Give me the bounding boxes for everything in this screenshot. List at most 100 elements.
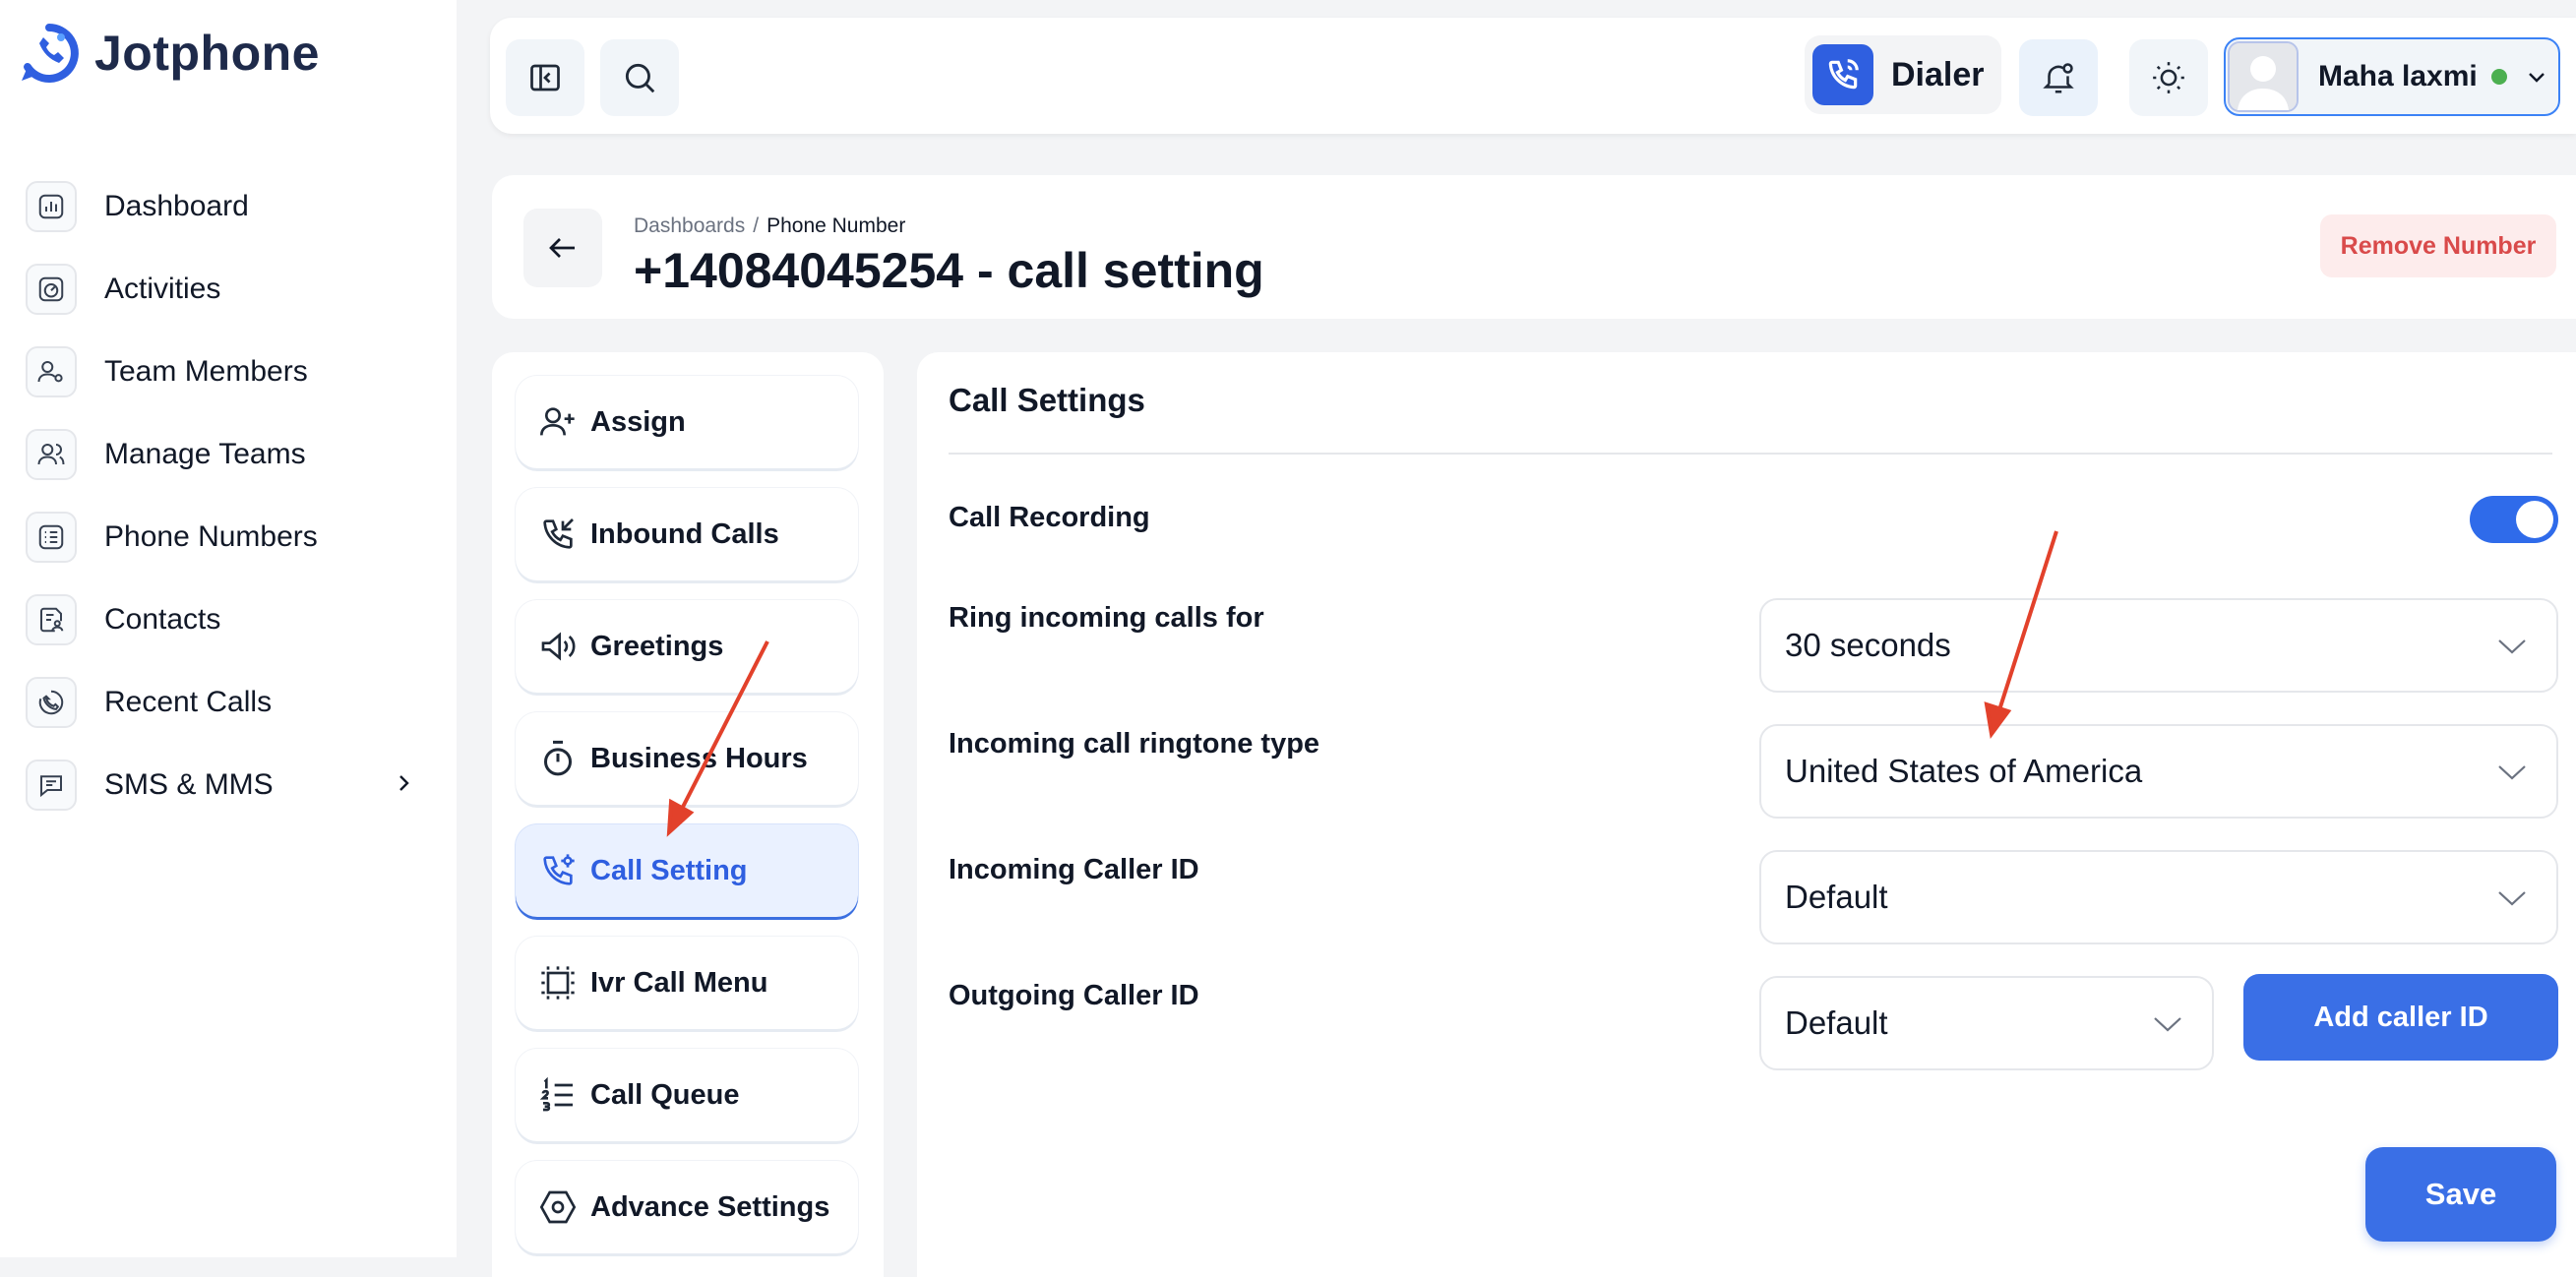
menu-item-ivr-call-menu[interactable]: Ivr Call Menu	[516, 937, 858, 1029]
user-gear-icon	[26, 346, 77, 397]
menu-item-assign[interactable]: Assign	[516, 376, 858, 468]
arrow-left-icon	[549, 238, 575, 258]
sidebar-item-label: Phone Numbers	[104, 520, 318, 553]
bell-icon	[2043, 63, 2074, 93]
top-bar: Dialer Maha laxmi	[490, 18, 2576, 134]
select-value: Default	[1785, 879, 1888, 915]
contact-card-icon	[26, 594, 77, 645]
notifications-button[interactable]	[2019, 39, 2098, 116]
menu-item-inbound-calls[interactable]: Inbound Calls	[516, 488, 858, 580]
menu-item-greetings[interactable]: Greetings	[516, 600, 858, 693]
sidebar-item-label: Recent Calls	[104, 686, 273, 718]
sidebar-item-dashboard[interactable]: Dashboard	[26, 165, 429, 248]
megaphone-icon	[537, 626, 579, 667]
settings-menu: Assign Inbound Calls Greetings Business …	[492, 352, 884, 1277]
chat-icon	[26, 760, 77, 811]
ivr-frame-icon	[537, 962, 579, 1003]
sidebar-item-phone-numbers[interactable]: Phone Numbers	[26, 496, 429, 578]
sidebar-item-sms-mms[interactable]: SMS & MMS	[26, 744, 429, 826]
outgoing-caller-id-select[interactable]: Default	[1759, 976, 2214, 1070]
ring-duration-label: Ring incoming calls for	[949, 602, 1264, 634]
phone-dialer-icon	[1812, 44, 1873, 105]
activity-icon	[26, 264, 77, 315]
chart-icon	[26, 181, 77, 232]
sidebar-item-label: Team Members	[104, 355, 308, 388]
ringtone-type-label: Incoming call ringtone type	[949, 728, 1320, 760]
sun-icon	[2153, 62, 2184, 93]
sidebar-item-label: Manage Teams	[104, 438, 306, 470]
menu-item-advance-settings[interactable]: Advance Settings	[516, 1161, 858, 1253]
back-button[interactable]	[523, 209, 602, 287]
theme-toggle-button[interactable]	[2129, 39, 2208, 116]
sidebar-nav: Dashboard Activities Team Members Manage…	[26, 165, 429, 826]
incoming-caller-id-select[interactable]: Default	[1759, 850, 2558, 944]
breadcrumb-current: Phone Number	[767, 214, 906, 237]
sidebar-item-manage-teams[interactable]: Manage Teams	[26, 413, 429, 496]
chevron-down-icon	[2498, 765, 2526, 780]
list-icon	[26, 512, 77, 563]
avatar	[2228, 41, 2299, 112]
menu-item-call-setting[interactable]: Call Setting	[516, 824, 858, 917]
ring-duration-select[interactable]: 30 seconds	[1759, 598, 2558, 693]
sidebar-item-label: Contacts	[104, 603, 221, 636]
add-caller-id-button[interactable]: Add caller ID	[2243, 974, 2558, 1061]
menu-item-business-hours[interactable]: Business Hours	[516, 712, 858, 805]
numbered-list-icon	[537, 1074, 579, 1116]
call-settings-panel: Call Settings Call Recording Ring incomi…	[917, 352, 2576, 1277]
menu-item-label: Business Hours	[590, 742, 808, 774]
user-name: Maha laxmi	[2318, 60, 2478, 92]
phone-settings-icon	[537, 850, 579, 891]
menu-item-label: Greetings	[590, 630, 724, 662]
menu-item-label: Advance Settings	[590, 1190, 830, 1223]
chevron-right-icon[interactable]	[392, 771, 415, 795]
ringtone-type-select[interactable]: United States of America	[1759, 724, 2558, 819]
menu-item-label: Call Setting	[590, 854, 748, 886]
save-button[interactable]: Save	[2365, 1147, 2556, 1242]
sidebar-item-label: SMS & MMS	[104, 768, 274, 801]
sidebar-item-label: Activities	[104, 273, 221, 305]
menu-item-call-queue[interactable]: Call Queue	[516, 1049, 858, 1141]
page-title: +14084045254 - call setting	[634, 243, 1264, 298]
chevron-down-icon	[2154, 1017, 2181, 1032]
search-icon	[625, 63, 655, 93]
collapse-sidebar-button[interactable]	[506, 39, 584, 116]
user-profile-menu[interactable]: Maha laxmi	[2224, 37, 2560, 116]
chevron-down-icon	[2498, 639, 2526, 654]
hexagon-settings-icon	[537, 1186, 579, 1228]
users-icon	[26, 429, 77, 480]
sidebar-item-recent-calls[interactable]: Recent Calls	[26, 661, 429, 744]
menu-item-label: Call Queue	[590, 1078, 740, 1111]
breadcrumb-root-link[interactable]: Dashboards	[634, 214, 745, 237]
dialer-label: Dialer	[1891, 55, 1985, 93]
sidebar: Jotphone Dashboard Activities Team Membe…	[0, 0, 457, 1257]
select-value: 30 seconds	[1785, 627, 1951, 663]
sidebar-item-contacts[interactable]: Contacts	[26, 578, 429, 661]
logo[interactable]: Jotphone	[18, 22, 320, 85]
sidebar-collapse-icon	[530, 64, 560, 91]
stopwatch-icon	[537, 738, 579, 779]
sidebar-item-team-members[interactable]: Team Members	[26, 331, 429, 413]
sidebar-item-label: Dashboard	[104, 190, 249, 222]
menu-item-label: Inbound Calls	[590, 517, 779, 550]
user-plus-icon	[537, 401, 579, 443]
outgoing-caller-id-label: Outgoing Caller ID	[949, 980, 1199, 1011]
menu-item-label: Ivr Call Menu	[590, 966, 768, 999]
brand-name: Jotphone	[94, 26, 320, 81]
call-recording-label: Call Recording	[949, 502, 1150, 533]
menu-item-label: Assign	[590, 405, 686, 438]
search-button[interactable]	[600, 39, 679, 116]
section-title: Call Settings	[949, 382, 1145, 418]
breadcrumb: Dashboards / Phone Number	[634, 214, 905, 238]
online-status-dot	[2490, 69, 2507, 85]
jotphone-logo-icon	[22, 24, 79, 83]
chevron-down-icon	[2498, 891, 2526, 906]
dialer-button[interactable]: Dialer	[1805, 35, 2001, 114]
sidebar-item-activities[interactable]: Activities	[26, 248, 429, 331]
select-value: Default	[1785, 1004, 1888, 1041]
remove-number-button[interactable]: Remove Number	[2320, 214, 2556, 277]
phone-history-icon	[26, 677, 77, 728]
call-recording-toggle[interactable]	[2470, 496, 2558, 543]
select-value: United States of America	[1785, 753, 2143, 789]
chevron-down-icon	[2528, 73, 2545, 83]
phone-incoming-icon	[537, 514, 579, 555]
